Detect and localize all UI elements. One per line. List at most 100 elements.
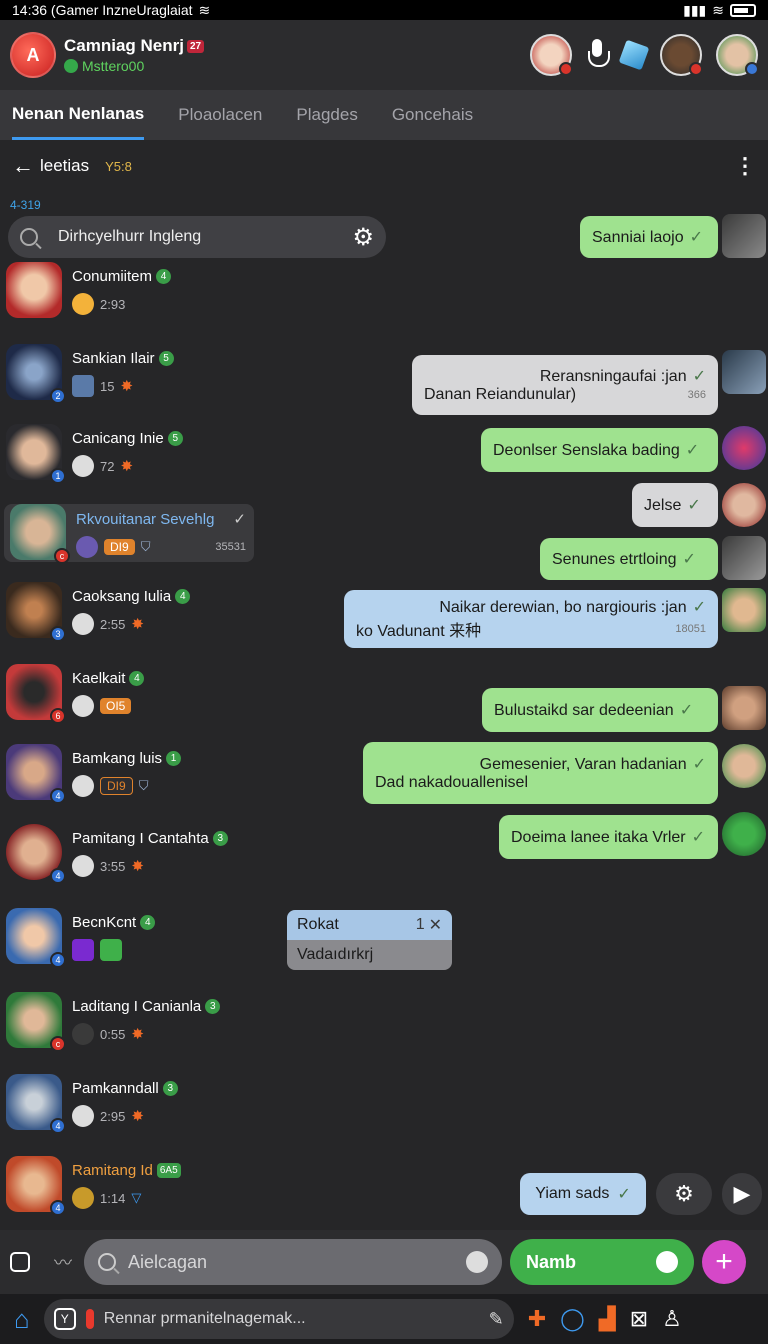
message-bubble[interactable]: Bulustaikd sar dedeenian ✓ bbox=[482, 688, 718, 732]
message-bubble[interactable]: Naikar derewian, bo nargiouris :jan ✓ ko … bbox=[344, 590, 718, 648]
sender-avatar[interactable] bbox=[722, 483, 766, 527]
contact-item[interactable]: 6 Kaelkait 4 OI5 bbox=[0, 664, 300, 744]
check-icon: ✓ bbox=[679, 702, 694, 719]
contact-avatar: 4 bbox=[6, 824, 66, 884]
cross-icon[interactable]: ✚ bbox=[528, 1306, 546, 1332]
message-text-line2: Dad nakadouallenisel bbox=[375, 774, 528, 791]
message-bubble[interactable]: Doeima lanee itaka Vrler ✓ bbox=[499, 815, 718, 859]
user-icon bbox=[72, 1105, 94, 1127]
message-bubble[interactable]: Deonlser Senslaka bading ✓ bbox=[481, 428, 718, 472]
message-input[interactable]: Aielcagan bbox=[84, 1239, 502, 1285]
check-icon: ✓ bbox=[685, 442, 700, 459]
message-stamp: 18051 bbox=[675, 623, 706, 635]
message-bubble[interactable]: Gemesenier, Varan hadanian ✓ Dad nakadoua… bbox=[363, 742, 718, 804]
nav-field[interactable]: Y Rennar prmanitelnagemak... ✎ bbox=[43, 1299, 514, 1339]
contact-item[interactable]: 4 Bamkang luis 1 DI9 ⛉ bbox=[0, 744, 300, 824]
level-dot: 6 bbox=[50, 708, 66, 724]
back-arrow-icon[interactable]: ← bbox=[12, 153, 34, 179]
message-bubble[interactable]: Senunes etrtloing ✓ bbox=[540, 538, 718, 580]
member-avatar[interactable] bbox=[530, 34, 573, 76]
emoji-icon[interactable] bbox=[466, 1251, 488, 1273]
game-icon bbox=[72, 375, 94, 397]
app-logo[interactable]: A bbox=[10, 32, 56, 78]
contact-item[interactable]: 4 Pamkanndall 3 2:95 ✸ bbox=[0, 1074, 300, 1154]
member-avatar[interactable] bbox=[716, 34, 759, 76]
gear-icon[interactable]: ⚙ bbox=[352, 223, 374, 252]
message-bubble[interactable]: Jelse ✓ bbox=[632, 483, 718, 527]
rokat-subtitle: Vadaıdırkrj bbox=[297, 946, 374, 963]
contact-avatar: 4 bbox=[6, 1156, 66, 1216]
contact-item[interactable]: 3 Caoksang Iulia 4 2:55 ✸ bbox=[0, 582, 300, 662]
wifi-icon-right: ≋ bbox=[712, 1, 724, 18]
contact-item[interactable]: 4 Pamitang I Cantahta 3 3:55 ✸ bbox=[0, 824, 300, 904]
more-menu-icon[interactable]: ⋮ bbox=[734, 153, 756, 179]
close-box-icon[interactable]: ⊠ bbox=[630, 1306, 648, 1332]
contact-avatar: 4 bbox=[6, 908, 66, 968]
contact-avatar bbox=[6, 262, 62, 318]
check-icon: ✓ bbox=[617, 1186, 631, 1203]
back-label[interactable]: leetias bbox=[40, 156, 89, 176]
contact-meta: 2:93 bbox=[100, 296, 126, 312]
send-button[interactable]: Namb bbox=[510, 1239, 694, 1285]
sender-avatar[interactable] bbox=[722, 812, 766, 856]
add-button[interactable]: + bbox=[702, 1240, 746, 1284]
search-bar[interactable]: Dirhcyelhurr Ingleng ⚙ bbox=[8, 216, 386, 258]
message-text: Bulustaikd sar dedeenian bbox=[494, 702, 674, 719]
rokat-card[interactable]: Rokat 1 ✕ Vadaıdırkrj bbox=[287, 910, 452, 970]
notification-dot bbox=[745, 62, 759, 76]
contact-name: Laditang I Canianla bbox=[72, 998, 202, 1015]
search-input[interactable]: Dirhcyelhurr Ingleng bbox=[58, 228, 201, 246]
pizza-icon bbox=[72, 293, 94, 315]
tab-main[interactable]: Nenan Nenlanas bbox=[12, 90, 145, 140]
user-icon bbox=[72, 855, 94, 877]
group-title: Camniag Nenrj 27 bbox=[64, 36, 205, 56]
tab-second[interactable]: Ploaolacen bbox=[178, 90, 262, 140]
pen-icon[interactable]: 〰 bbox=[54, 1249, 72, 1275]
sender-avatar[interactable] bbox=[722, 350, 766, 394]
sender-avatar[interactable] bbox=[722, 686, 766, 730]
settings-button[interactable]: ⚙ bbox=[656, 1173, 712, 1215]
contact-item[interactable]: Conumiitem 4 2:93 bbox=[0, 262, 300, 342]
mic-icon[interactable] bbox=[586, 39, 610, 71]
member-avatar[interactable] bbox=[660, 34, 703, 76]
yiam-chip[interactable]: Yiam sads ✓ bbox=[520, 1173, 646, 1215]
contact-item[interactable]: 4 BecnKcnt 4 bbox=[0, 908, 300, 988]
tab-third[interactable]: Plagdes bbox=[296, 90, 357, 140]
status-bar: 14:36 (Gamer InzneUraglaiat ≋ ▮▮▮ ≋ bbox=[0, 0, 768, 20]
contact-item-selected[interactable]: c Rkvouitanar Sevehlg ✓ DI9 ⛉ 35531 bbox=[4, 504, 254, 564]
message-bubble[interactable]: Reransningaufai :jan ✓ Danan Reiandunular… bbox=[412, 355, 718, 415]
plus-icon: + bbox=[715, 1245, 733, 1278]
contact-item[interactable]: 1 Canicang Inie 5 72 ✸ bbox=[0, 424, 300, 504]
sender-avatar[interactable] bbox=[722, 214, 766, 258]
message-text: Sanniai laojo bbox=[592, 229, 684, 246]
camera-icon[interactable] bbox=[10, 1252, 30, 1272]
cube-icon[interactable] bbox=[618, 39, 650, 71]
contact-name: Ramitang Id bbox=[72, 1162, 153, 1179]
level-badge: 4 bbox=[129, 671, 145, 686]
contact-item[interactable]: 4 Ramitang Id 6A5 1:14 ▽ bbox=[0, 1156, 300, 1236]
contact-item[interactable]: c Laditang I Canianla 3 0:55 ✸ bbox=[0, 992, 300, 1072]
rokat-title: Rokat bbox=[297, 916, 339, 933]
sender-avatar[interactable] bbox=[722, 588, 766, 632]
contact-meta: 15 bbox=[100, 378, 115, 394]
message-bubble[interactable]: Sanniai laojo ✓ bbox=[580, 216, 718, 258]
close-icon[interactable]: ✕ bbox=[429, 915, 442, 935]
chart-icon[interactable]: ▟ bbox=[599, 1306, 616, 1332]
tab-bar: Nenan Nenlanas Ploaolacen Plagdes Gonceh… bbox=[0, 90, 768, 140]
paperclip-icon[interactable]: ✎ bbox=[489, 1309, 504, 1330]
star-icon: ✸ bbox=[131, 858, 144, 875]
message-text: Naikar derewian, bo nargiouris :jan bbox=[439, 599, 687, 616]
user-icon bbox=[72, 613, 94, 635]
sender-avatar[interactable] bbox=[722, 426, 766, 470]
clock-icon bbox=[72, 1187, 94, 1209]
y-icon[interactable]: Y bbox=[53, 1308, 76, 1330]
sender-avatar[interactable] bbox=[722, 536, 766, 580]
refresh-icon[interactable]: ◯ bbox=[560, 1306, 585, 1332]
play-button[interactable]: ▶ bbox=[722, 1173, 762, 1215]
chevron-down-icon: ▽ bbox=[131, 1190, 142, 1205]
sender-avatar[interactable] bbox=[722, 744, 766, 788]
contact-item[interactable]: 2 Sankian Ilair 5 15 ✸ bbox=[0, 344, 300, 424]
profile-icon[interactable]: ♙ bbox=[662, 1306, 682, 1332]
home-icon[interactable]: ⌂ bbox=[14, 1304, 30, 1335]
tab-fourth[interactable]: Goncehais bbox=[392, 90, 473, 140]
